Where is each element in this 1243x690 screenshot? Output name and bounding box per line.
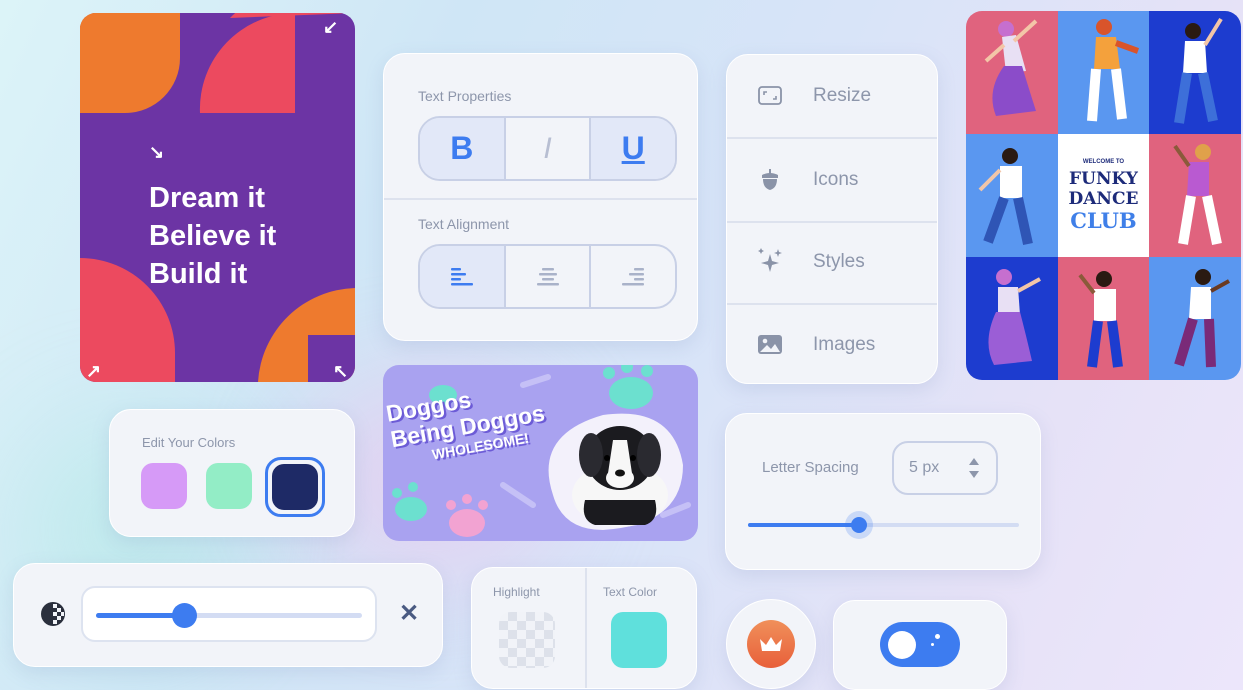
crown-icon: [760, 637, 782, 651]
text-style-group: B I U: [418, 116, 677, 181]
text-properties-card: Text Properties B I U Text Alignment: [383, 53, 698, 341]
color-swatch-purple[interactable]: [141, 463, 187, 509]
dancer-tile: [1149, 134, 1241, 257]
menu-item-label: Icons: [813, 169, 859, 190]
crown-badge: [747, 620, 795, 668]
toggle-dot: [935, 634, 940, 639]
bold-label: B: [450, 130, 474, 166]
align-right-icon: [622, 267, 645, 285]
poster-line: Believe it: [149, 220, 277, 252]
dancer-tile: [1149, 257, 1241, 380]
opacity-slider-box: [81, 586, 377, 642]
bold-button[interactable]: B: [420, 118, 506, 179]
club-title-line: FUNKY: [1069, 168, 1138, 189]
menu-item-label: Resize: [813, 85, 872, 106]
premium-button[interactable]: [726, 599, 816, 689]
toggle-card: [833, 600, 1007, 690]
image-icon: [727, 335, 813, 355]
dancer-tile: [1057, 11, 1150, 134]
slider-fill: [748, 523, 860, 527]
slider-knob-core: [851, 517, 868, 533]
letter-spacing-slider[interactable]: [748, 511, 1019, 539]
align-center-button[interactable]: [506, 246, 592, 307]
sparkles-icon: [727, 248, 813, 276]
welcome-text: WELCOME TO: [1082, 158, 1125, 165]
toggle-switch[interactable]: [880, 622, 960, 667]
align-left-icon: [450, 267, 473, 285]
dancer-tile: [966, 257, 1058, 380]
text-color-swatch[interactable]: [611, 612, 667, 668]
opacity-bar-card: ✕: [13, 563, 443, 667]
highlight-swatch[interactable]: [499, 612, 555, 668]
align-left-button[interactable]: [420, 246, 506, 307]
slider-fill: [96, 613, 184, 618]
dancer-tile: [1149, 11, 1241, 134]
corner-arrow-icon: ↘: [149, 142, 165, 162]
letter-spacing-stepper[interactable]: 5 px: [892, 441, 998, 495]
tools-menu: Resize Icons Styles Images: [726, 54, 938, 384]
club-title-tile: WELCOME TO FUNKY DANCE CLUB: [1057, 134, 1150, 257]
transparency-icon: [41, 602, 65, 626]
highlight-label: Highlight: [493, 585, 540, 599]
puppy-photo: [572, 426, 668, 527]
highlight-color-card: Highlight Text Color: [471, 567, 697, 689]
edit-colors-card: Edit Your Colors: [109, 409, 355, 537]
acorn-icon: [727, 169, 813, 191]
menu-item-resize[interactable]: Resize: [727, 55, 937, 137]
stepper-arrows-icon[interactable]: [968, 457, 980, 479]
text-color-label: Text Color: [603, 585, 658, 599]
dancer-tile: [1057, 257, 1150, 380]
doggos-card[interactable]: Doggos Being Doggos WHOLESOME!: [383, 365, 698, 541]
corner-arrow-icon: ↖: [333, 361, 349, 381]
dancer-tile: [966, 11, 1058, 134]
toggle-knob: [888, 631, 916, 659]
menu-item-label: Images: [813, 334, 876, 355]
menu-item-icons[interactable]: Icons: [727, 139, 937, 221]
underline-label: U: [621, 130, 645, 166]
toggle-dot: [931, 643, 934, 646]
corner-arrow-icon: ↙: [323, 17, 339, 37]
close-icon[interactable]: ✕: [399, 599, 419, 628]
dream-poster[interactable]: ↙ ↘ ↗ ↖ Dream it Believe it Build it: [80, 13, 355, 382]
align-right-button[interactable]: [591, 246, 675, 307]
color-swatch-mint[interactable]: [206, 463, 252, 509]
corner-arrow-icon: ↗: [86, 361, 102, 381]
dancer-tile: [966, 134, 1058, 257]
letter-spacing-card: Letter Spacing 5 px: [725, 413, 1041, 570]
color-swatch-navy[interactable]: [272, 464, 318, 510]
club-title-line: DANCE: [1068, 188, 1139, 209]
opacity-slider[interactable]: [96, 603, 362, 628]
menu-item-styles[interactable]: Styles: [727, 221, 937, 303]
alignment-group: [418, 244, 677, 309]
slider-knob[interactable]: [171, 603, 197, 628]
slider-knob[interactable]: [845, 511, 874, 539]
resize-icon: [727, 86, 813, 106]
text-properties-title: Text Properties: [418, 88, 512, 104]
letter-spacing-label: Letter Spacing: [762, 459, 859, 476]
club-title-line: CLUB: [1070, 207, 1137, 233]
underline-button[interactable]: U: [591, 118, 675, 179]
text-alignment-title: Text Alignment: [418, 216, 510, 232]
edit-colors-title: Edit Your Colors: [142, 435, 236, 450]
menu-item-images[interactable]: Images: [727, 304, 937, 383]
divider: [384, 198, 697, 200]
menu-item-label: Styles: [813, 251, 865, 272]
poster-line: Dream it: [149, 182, 266, 214]
poster-line: Build it: [149, 258, 248, 290]
italic-label: I: [543, 131, 552, 165]
align-center-icon: [536, 267, 559, 285]
letter-spacing-value: 5 px: [909, 459, 940, 476]
italic-button[interactable]: I: [506, 118, 592, 179]
dance-club-poster[interactable]: WELCOME TO FUNKY DANCE CLUB: [966, 11, 1241, 380]
poster-headline: Dream it Believe it Build it: [149, 179, 276, 293]
divider: [585, 568, 587, 688]
